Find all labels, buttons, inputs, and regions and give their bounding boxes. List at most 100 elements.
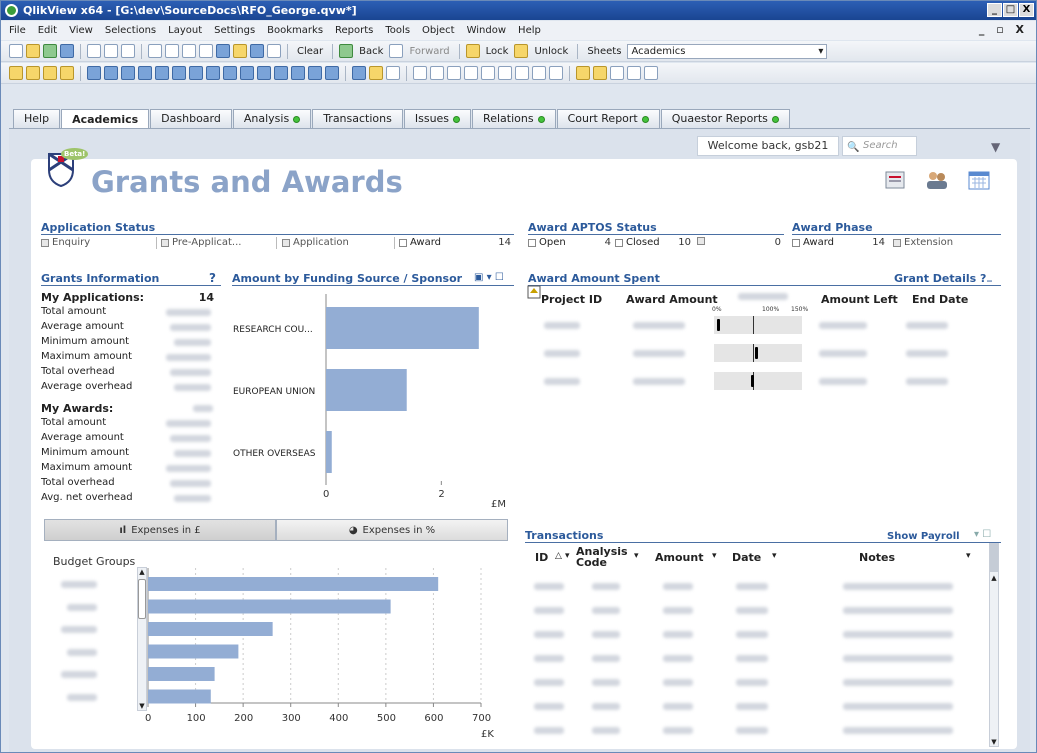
search-input[interactable]: 🔍 Search — [842, 136, 917, 156]
edit-script-icon[interactable] — [104, 44, 118, 58]
copy-format-icon[interactable] — [627, 66, 641, 80]
chevron-down-icon[interactable]: ▼ — [991, 140, 1000, 154]
space-vertical-icon[interactable] — [532, 66, 546, 80]
sort-arrow-icon[interactable]: ▾ — [772, 551, 777, 561]
mdi-controls[interactable]: _ ▫ X — [979, 23, 1028, 36]
status-enquiry[interactable]: Enquiry — [41, 237, 90, 248]
listbox-icon[interactable] — [87, 66, 101, 80]
sort-arrow-icon[interactable]: ▾ — [966, 551, 971, 561]
table-box-icon[interactable] — [121, 66, 135, 80]
help-icon[interactable] — [250, 44, 264, 58]
menu-object[interactable]: Object — [422, 25, 455, 36]
chart-options-icon[interactable]: ▣ ▾ ☐ — [474, 272, 504, 283]
budget-bar[interactable] — [148, 667, 215, 681]
open-icon[interactable] — [26, 44, 40, 58]
chart-icon[interactable] — [155, 66, 169, 80]
aptos-closed[interactable]: Closed — [615, 237, 660, 248]
format-painter-icon[interactable] — [369, 66, 383, 80]
align-right-icon[interactable] — [447, 66, 461, 80]
context-help-icon[interactable] — [267, 44, 281, 58]
tab-help[interactable]: Help — [13, 109, 61, 128]
phase-extension[interactable]: Extension — [893, 237, 953, 248]
col-end-date[interactable]: End Date — [912, 293, 968, 306]
menu-view[interactable]: View — [69, 25, 93, 36]
funding-bar[interactable] — [326, 431, 332, 473]
tab-relations[interactable]: Relations — [472, 109, 556, 128]
tab-transactions[interactable]: Transactions — [312, 109, 403, 128]
align-top-icon[interactable] — [498, 66, 512, 80]
report-icon[interactable] — [883, 169, 907, 191]
redo-icon[interactable] — [165, 44, 179, 58]
save-icon[interactable] — [60, 44, 74, 58]
current-selections-icon[interactable] — [189, 66, 203, 80]
reload-icon[interactable] — [43, 44, 57, 58]
undo-icon[interactable] — [148, 44, 162, 58]
show-payroll-link[interactable]: Show Payroll — [887, 531, 960, 542]
budget-bar[interactable] — [148, 644, 239, 659]
budget-bar[interactable] — [148, 599, 391, 614]
menu-window[interactable]: Window — [467, 25, 506, 36]
align-bottom-icon[interactable] — [464, 66, 478, 80]
sort-arrow-icon[interactable]: ▾ — [634, 551, 639, 561]
txn-scroll-up-icon[interactable]: ▲ — [990, 574, 998, 582]
find-icon[interactable] — [182, 44, 196, 58]
txn-col-amount[interactable]: Amount — [655, 551, 703, 564]
menu-selections[interactable]: Selections — [105, 25, 156, 36]
space-horizontal-icon[interactable] — [515, 66, 529, 80]
users-icon[interactable] — [925, 169, 949, 191]
select-icon[interactable] — [199, 44, 213, 58]
align-center-icon[interactable] — [430, 66, 444, 80]
minimize-panel-icon[interactable]: _ — [987, 271, 992, 282]
export-icon[interactable] — [527, 285, 541, 299]
user-properties-icon[interactable] — [593, 66, 607, 80]
calendar-icon[interactable] — [967, 169, 991, 191]
sheet-properties-icon[interactable] — [60, 66, 74, 80]
budget-bar[interactable] — [148, 689, 211, 704]
menu-settings[interactable]: Settings — [214, 25, 255, 36]
close-button[interactable]: X — [1019, 3, 1034, 17]
promote-sheet-icon[interactable] — [26, 66, 40, 80]
lock-button[interactable]: Lock — [483, 46, 512, 57]
tab-analysis[interactable]: Analysis — [232, 109, 312, 128]
menu-file[interactable]: File — [9, 25, 26, 36]
expenses-percent-button[interactable]: ◕ Expenses in % — [276, 519, 508, 541]
align-left-icon[interactable] — [413, 66, 427, 80]
menu-bookmarks[interactable]: Bookmarks — [267, 25, 323, 36]
txn-scroll-thumb[interactable] — [990, 544, 998, 572]
demote-sheet-icon[interactable] — [43, 66, 57, 80]
aptos-open[interactable]: Open — [528, 237, 566, 248]
button-object-icon[interactable] — [206, 66, 220, 80]
new-report-icon[interactable] — [644, 66, 658, 80]
txn-col-date[interactable]: Date — [732, 551, 761, 564]
phase-award[interactable]: Award — [792, 237, 834, 248]
tab-quaestor-reports[interactable]: Quaestor Reports — [660, 109, 790, 128]
forward-button[interactable]: Forward — [406, 46, 452, 57]
favorites-star-icon[interactable] — [233, 44, 247, 58]
transactions-options-icon[interactable]: ▾ ☐ — [974, 529, 991, 540]
text-object-icon[interactable] — [223, 66, 237, 80]
transactions-scrollbar[interactable]: ▲ ▼ — [989, 543, 999, 747]
sort-arrow-icon[interactable]: △ ▾ — [555, 551, 570, 561]
col-project-id[interactable]: Project ID — [541, 293, 602, 306]
minimize-button[interactable]: _ — [987, 3, 1002, 17]
reload-data-icon[interactable] — [121, 44, 135, 58]
multi-box-icon[interactable] — [138, 66, 152, 80]
tab-academics[interactable]: Academics — [61, 109, 150, 129]
sheets-dropdown[interactable]: Academics — [627, 43, 828, 59]
menu-reports[interactable]: Reports — [335, 25, 373, 36]
grant-details-link[interactable]: Grant Details ? — [894, 272, 986, 285]
maximize-button[interactable]: □ — [1003, 3, 1018, 17]
sort-arrow-icon[interactable]: ▾ — [712, 551, 717, 561]
chart-wizard-icon[interactable] — [216, 44, 230, 58]
document-properties-icon[interactable] — [576, 66, 590, 80]
status-application[interactable]: Application — [282, 237, 349, 248]
budget-bar[interactable] — [148, 622, 273, 636]
txn-col-id[interactable]: ID — [535, 551, 548, 564]
clear-button[interactable]: Clear — [294, 46, 326, 57]
input-box-icon[interactable] — [172, 66, 186, 80]
status-award[interactable]: Award — [399, 237, 441, 248]
new-icon[interactable] — [9, 44, 23, 58]
status-pre-application[interactable]: Pre-Applicat... — [161, 237, 241, 248]
slider-icon[interactable] — [257, 66, 271, 80]
search-object-icon[interactable] — [291, 66, 305, 80]
